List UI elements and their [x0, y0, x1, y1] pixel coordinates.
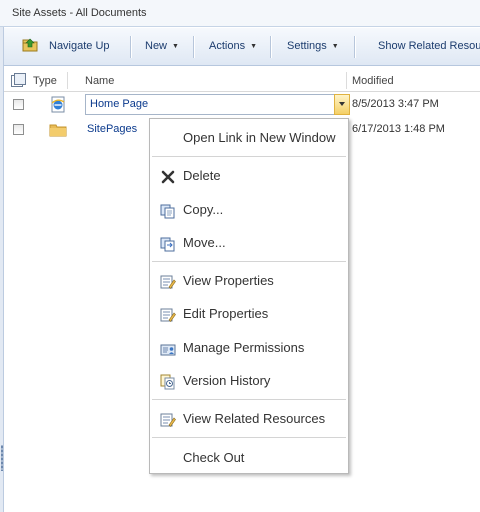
menu-item-label: View Properties	[183, 273, 274, 288]
menu-item-label: Manage Permissions	[183, 340, 305, 355]
menu-separator	[152, 437, 346, 438]
menu-item-open-new-window[interactable]: Open Link in New Window	[150, 123, 348, 153]
menu-item-label: Edit Properties	[183, 306, 269, 321]
resize-grip-icon[interactable]	[1, 445, 3, 471]
view-related-resources-icon	[160, 413, 176, 427]
new-menu-button[interactable]: New ▼	[145, 40, 179, 52]
menu-item-delete[interactable]: Delete	[150, 161, 348, 191]
menu-item-edit-properties[interactable]: Edit Properties	[150, 299, 348, 329]
table-row[interactable]: Home Page 8/5/2013 3:47 PM	[4, 93, 480, 119]
column-divider	[67, 72, 68, 89]
chevron-down-icon: ▼	[172, 43, 179, 50]
view-properties-icon	[160, 275, 176, 289]
row-modified: 8/5/2013 3:47 PM	[352, 98, 439, 110]
select-all-icon[interactable]	[11, 73, 26, 87]
menu-item-version-history[interactable]: Version History	[150, 366, 348, 396]
menu-separator	[152, 399, 346, 400]
menu-item-move[interactable]: Move...	[150, 228, 348, 258]
navigate-up-icon[interactable]	[22, 38, 38, 52]
window-title: Site Assets - All Documents	[0, 0, 480, 27]
menu-item-view-properties[interactable]: View Properties	[150, 266, 348, 296]
chevron-down-icon: ▼	[250, 43, 258, 50]
menu-item-label: Move...	[183, 235, 226, 250]
toolbar-separator	[354, 36, 356, 58]
chevron-down-icon: ▼	[331, 43, 339, 50]
column-divider	[346, 72, 347, 89]
menu-item-label: Delete	[183, 168, 221, 183]
menu-item-copy[interactable]: Copy...	[150, 195, 348, 225]
new-menu-label: New	[145, 40, 168, 52]
menu-separator	[152, 156, 346, 157]
toolbar-separator	[193, 36, 195, 58]
menu-item-label: Open Link in New Window	[183, 130, 336, 145]
version-history-icon	[160, 374, 175, 390]
item-context-menu: Open Link in New Window Delete Copy... M…	[149, 118, 349, 474]
row-name-link[interactable]: SitePages	[87, 123, 137, 135]
delete-icon	[161, 170, 175, 184]
toolbar-separator	[130, 36, 132, 58]
copy-icon	[160, 204, 175, 219]
row-modified: 6/17/2013 1:48 PM	[352, 123, 445, 135]
menu-item-check-out[interactable]: Check Out	[150, 443, 348, 473]
row-checkbox[interactable]	[13, 99, 24, 110]
menu-separator	[152, 261, 346, 262]
actions-menu-button[interactable]: Actions ▼	[209, 40, 257, 52]
toolbar: Navigate Up New ▼ Actions ▼ Settings ▼ Show…	[4, 28, 480, 66]
chevron-down-icon	[339, 102, 345, 106]
menu-item-label: Check Out	[183, 450, 245, 465]
move-icon	[160, 237, 175, 252]
menu-item-label: View Related Resources	[183, 411, 326, 426]
name-cell-selected[interactable]: Home Page	[85, 94, 350, 115]
manage-permissions-icon	[160, 344, 176, 356]
menu-item-manage-permissions[interactable]: Manage Permissions	[150, 333, 348, 363]
menu-item-label: Version History	[183, 373, 271, 388]
toolbar-separator	[270, 36, 272, 58]
settings-menu-label: Settings	[287, 40, 327, 52]
row-name-link[interactable]: Home Page	[90, 98, 148, 110]
navigate-up-button[interactable]: Navigate Up	[49, 40, 110, 52]
show-related-resources-button[interactable]: Show Related Resourc	[378, 40, 480, 52]
column-header-modified[interactable]: Modified	[352, 75, 394, 87]
ie-page-icon	[51, 96, 65, 113]
folder-icon	[49, 124, 67, 137]
column-header-name[interactable]: Name	[85, 75, 114, 87]
column-header-type[interactable]: Type	[33, 75, 57, 87]
menu-item-label: Copy...	[183, 202, 224, 217]
list-header: Type Name Modified	[4, 70, 480, 92]
settings-menu-button[interactable]: Settings ▼	[287, 40, 339, 52]
item-menu-dropdown-button[interactable]	[334, 94, 350, 115]
row-checkbox[interactable]	[13, 124, 24, 135]
actions-menu-label: Actions	[209, 40, 246, 52]
menu-item-view-related-resources[interactable]: View Related Resources	[150, 404, 348, 434]
edit-properties-icon	[160, 308, 176, 322]
